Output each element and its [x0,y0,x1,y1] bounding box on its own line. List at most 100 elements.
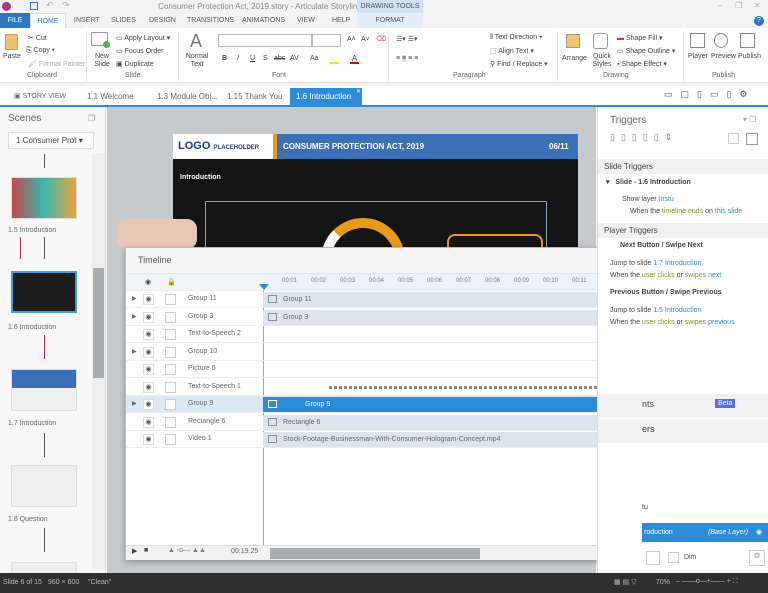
shape-fill-button[interactable]: ▬ Shape Fill ▾ [617,34,663,42]
focus-order-button[interactable]: ▭ Focus Order [116,47,163,55]
player-button[interactable]: Player [688,53,708,60]
tab-view[interactable]: VIEW [297,13,315,28]
undock-icon[interactable]: ❐ [88,114,95,123]
slide-thumbnail-1-7[interactable] [11,369,77,411]
spacing-button[interactable]: AV [290,55,299,62]
expand-icon[interactable]: ▶ [132,313,137,320]
tab-slide-1-3[interactable]: 1.3 Module Obj... [157,88,218,105]
new-slide-button[interactable]: New Slide [92,53,112,69]
timeline-row[interactable]: ▶ ◉ Group 3 Group 3 [126,309,643,326]
scenes-scrollbar[interactable] [92,153,105,569]
trigger-toolbar[interactable]: ▯▯▯▯▯⇕ [610,132,678,143]
bold-button[interactable]: B [222,55,227,62]
tab-animations[interactable]: ANIMATIONS [242,13,285,28]
cut-button[interactable]: ✂ Cut [28,34,47,42]
tab-design[interactable]: DESIGN [149,13,176,28]
expand-icon[interactable]: ▶ [132,295,137,302]
timeline-object-bar[interactable]: Group 9 [263,397,632,412]
eye-icon[interactable]: ◉ [143,346,154,358]
highlight-icon[interactable] [330,55,339,64]
copy-button[interactable]: ⎘ Copy ▾ [26,47,55,55]
align-buttons[interactable]: ≡ ≡ ≡ ≡ [396,55,418,62]
shrink-font-button[interactable]: A˅ [361,36,370,43]
lock-checkbox[interactable] [165,294,176,305]
publish-button[interactable]: Publish [738,53,761,60]
paste-icon[interactable] [5,34,18,50]
eye-icon[interactable]: ◉ [143,329,154,340]
slide-thumbnail-1-5[interactable] [11,177,77,219]
lock-checkbox[interactable] [165,381,176,393]
stop-button[interactable]: ■ [144,547,148,554]
lock-checkbox[interactable] [165,311,176,323]
expand-icon[interactable]: ▶ [132,348,137,355]
scrollbar-thumb[interactable] [93,268,104,378]
eye-icon[interactable]: ◉ [143,364,154,375]
timeline-row[interactable]: ◉ Rectangle 6 Rectangle 6 [126,414,643,431]
timeline-row[interactable]: ◉ Text-to-Speech 1 [126,379,643,396]
undo-icon[interactable]: ↶ [46,0,54,11]
undock-icon[interactable]: ▾ ❐ [743,115,756,124]
dim-checkbox[interactable] [668,552,679,563]
trigger-settings-icon[interactable] [746,133,758,145]
layer-item[interactable]: tu [642,504,648,511]
timeline-object-bar[interactable]: Stock-Footage-Businessman-With-Consumer-… [263,432,632,447]
tab-transitions[interactable]: TRANSITIONS [187,13,234,28]
tab-home[interactable]: HOME [30,13,66,28]
slide-thumbnail-1-6[interactable] [11,271,77,313]
trigger-item[interactable]: Show layer Instu [622,196,674,203]
redo-icon[interactable]: ↷ [62,0,70,11]
lock-checkbox[interactable] [165,346,176,358]
expand-icon[interactable]: ▶ [132,400,137,407]
timeline-row[interactable]: ▶ ◉ Group 11 Group 11 [126,291,643,308]
view-icons[interactable]: ▦ ▤ ▽ [614,578,637,586]
underline-button[interactable]: U [250,55,255,62]
change-case-button[interactable]: Aa [310,55,319,62]
maximize-button[interactable]: ❐ [735,1,742,10]
layer-settings-icon[interactable]: ⚙ [749,550,765,566]
timeline-row[interactable]: ◉ Text-to-Speech 2 [126,326,643,343]
apply-layout-button[interactable]: ▭ Apply Layout ▾ [116,34,170,42]
audio-waveform[interactable] [329,385,632,389]
lock-all-icon[interactable]: 🔒 [167,278,176,286]
font-size-select[interactable] [312,34,341,47]
playhead[interactable] [259,284,269,290]
tab-slides[interactable]: SLIDES [111,13,136,28]
quick-styles-button[interactable]: Quick Styles [591,53,613,69]
timeline-row[interactable]: ◉ Picture 6 [126,361,643,378]
paste-button[interactable]: Paste [3,53,21,60]
lock-checkbox[interactable] [165,416,176,428]
zoom-slider[interactable]: ▲ -o— ▲▲ [168,547,206,554]
italic-button[interactable]: I [237,55,239,62]
strikethrough-button[interactable]: abc [274,55,285,62]
save-icon[interactable] [30,2,38,10]
play-button[interactable]: ▶ [132,547,137,555]
help-icon[interactable]: ? [754,16,764,26]
eye-icon[interactable]: ◉ [143,399,154,410]
shape-outline-button[interactable]: ▭ Shape Outline ▾ [617,47,675,55]
eye-icon[interactable]: ◉ [143,294,154,305]
eye-icon[interactable]: ◉ [143,416,154,428]
shape-effect-button[interactable]: ▪ Shape Effect ▾ [617,60,667,68]
close-tab-icon[interactable]: ✕ [356,88,361,95]
timeline-object-bar[interactable]: Group 3 [263,309,632,325]
eye-icon[interactable]: ◉ [143,434,154,445]
lock-checkbox[interactable] [165,399,176,410]
base-layer-item[interactable]: roduction (Base Layer) ◉ [642,523,768,542]
slide-trigger-group[interactable]: ▾ Slide - 1.6 Introduction [606,178,691,186]
timeline-row[interactable]: ▶ ◉ Group 9 Group 9 [126,396,643,413]
timeline-row[interactable]: ◉ Video 1 Stock-Footage-Businessman-With-C… [126,431,643,448]
tab-slide-1-6[interactable]: 1.6 Introduction [290,88,362,105]
lock-checkbox[interactable] [165,434,176,445]
tab-format[interactable]: FORMAT [357,13,423,28]
arrange-button[interactable]: Arrange [562,55,587,62]
eye-icon[interactable]: ◉ [143,381,154,393]
timeline-row[interactable]: ▶ ◉ Group 10 [126,344,643,361]
tab-slide-1-1[interactable]: 1.1 Welcome [87,88,134,105]
tab-story-view[interactable]: ▣ STORY VIEW [14,88,66,105]
checkbox[interactable] [728,133,739,144]
tab-help[interactable]: HELP [332,13,350,28]
timeline-object-bar[interactable]: Rectangle 6 [263,414,632,430]
scene-dropdown[interactable]: 1 Consumer Prot ▾ [8,132,94,149]
text-direction-button[interactable]: ⫴ Text Direction ▾ [490,34,543,42]
shadow-button[interactable]: S [263,55,268,62]
